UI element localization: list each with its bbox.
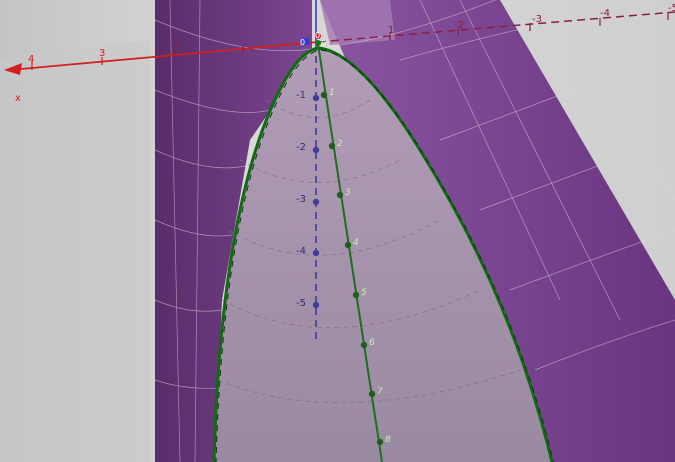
background-shade xyxy=(0,40,150,462)
origin-label: 0 xyxy=(315,31,320,40)
x-tick-label: -3 xyxy=(532,14,542,25)
z-tick-label: -4 xyxy=(296,246,306,257)
x-tick-label: -2 xyxy=(454,20,464,31)
origin-label: 0 xyxy=(321,39,326,48)
x-tick-label: 2 xyxy=(172,42,178,53)
curve-point[interactable] xyxy=(328,142,336,150)
curve-point-label: 6 xyxy=(369,338,375,348)
curve-point[interactable] xyxy=(344,241,352,249)
x-tick-label: 1 xyxy=(388,25,394,36)
z-tick-label: -1 xyxy=(296,90,306,101)
curve-point[interactable] xyxy=(360,341,368,349)
x-tick-label: -4 xyxy=(600,8,610,19)
curve-point[interactable] xyxy=(320,91,328,99)
curve-point-label: 5 xyxy=(361,288,367,298)
curve-point[interactable] xyxy=(376,438,384,446)
x-tick-label: -5 xyxy=(668,3,675,14)
curve-point-label: 1 xyxy=(329,88,335,98)
curve-point-label: 7 xyxy=(377,387,383,397)
curve-point[interactable] xyxy=(352,291,360,299)
curve-point-label: 4 xyxy=(353,238,359,248)
z-tick-label: -5 xyxy=(296,298,306,309)
curve-point-label: 8 xyxy=(385,435,391,445)
x-tick-label: 4 xyxy=(28,54,34,65)
curve-point-label: 2 xyxy=(337,139,343,149)
x-axis-label: x xyxy=(15,93,21,104)
z-tick-label: -3 xyxy=(296,194,306,205)
curve-point[interactable] xyxy=(336,191,344,199)
x-tick-label: 3 xyxy=(99,48,105,59)
3d-graphics-view[interactable]: x 4 3 2 1 -2 -3 -4 -5 -1 -2 -3 -4 -5 1 2… xyxy=(0,0,675,462)
curve-point-label: 3 xyxy=(345,188,351,198)
origin-label: 0 xyxy=(300,38,305,47)
curve-point[interactable] xyxy=(368,390,376,398)
z-tick-label: -2 xyxy=(296,142,306,153)
